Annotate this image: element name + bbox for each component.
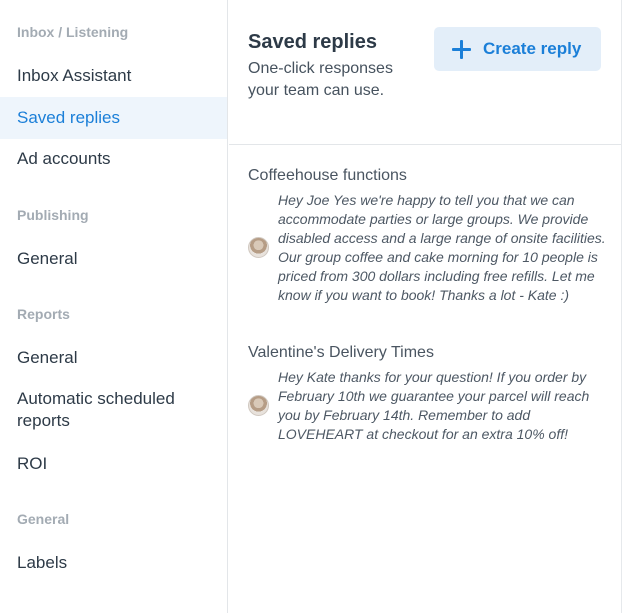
page-title: Saved replies: [248, 31, 377, 53]
reply-text: Hey Kate thanks for your question! If yo…: [278, 369, 590, 442]
create-reply-button[interactable]: Create reply: [434, 27, 601, 71]
saved-reply-item[interactable]: Valentine's Delivery Times Hey Kate than…: [248, 344, 608, 444]
avatar: [248, 237, 269, 258]
avatar: [248, 395, 269, 416]
section-title-publishing: Publishing: [17, 207, 89, 223]
panel-divider: [621, 0, 622, 613]
section-title-general: General: [17, 511, 70, 527]
sidebar-item-reports-general[interactable]: General: [0, 337, 227, 379]
page-subtitle: One-click responses your team can use.: [248, 60, 393, 99]
page-header: Saved replies One-click responses your t…: [229, 0, 621, 145]
reply-title: Valentine's Delivery Times: [248, 344, 434, 361]
reply-text: Hey Joe Yes we're happy to tell you that…: [278, 192, 606, 303]
sidebar-item-publishing-general[interactable]: General: [0, 238, 227, 280]
sidebar-item-inbox-assistant[interactable]: Inbox Assistant: [0, 55, 227, 97]
sidebar-item-automatic-scheduled-reports[interactable]: Automatic scheduled reports: [0, 386, 227, 434]
sidebar-item-labels[interactable]: Labels: [0, 542, 227, 584]
settings-sidebar: Inbox / Listening Inbox Assistant Saved …: [0, 0, 228, 613]
saved-replies-panel: Saved replies One-click responses your t…: [229, 0, 621, 613]
reply-title: Coffeehouse functions: [248, 167, 407, 184]
plus-icon: [452, 39, 471, 59]
section-title-reports: Reports: [17, 306, 70, 322]
sidebar-item-roi[interactable]: ROI: [0, 443, 227, 485]
create-reply-label: Create reply: [483, 39, 582, 58]
saved-reply-item[interactable]: Coffeehouse functions Hey Joe Yes we're …: [248, 167, 608, 305]
sidebar-item-ad-accounts[interactable]: Ad accounts: [0, 138, 227, 180]
section-title-inbox-listening: Inbox / Listening: [17, 24, 129, 40]
sidebar-item-saved-replies[interactable]: Saved replies: [0, 97, 227, 139]
